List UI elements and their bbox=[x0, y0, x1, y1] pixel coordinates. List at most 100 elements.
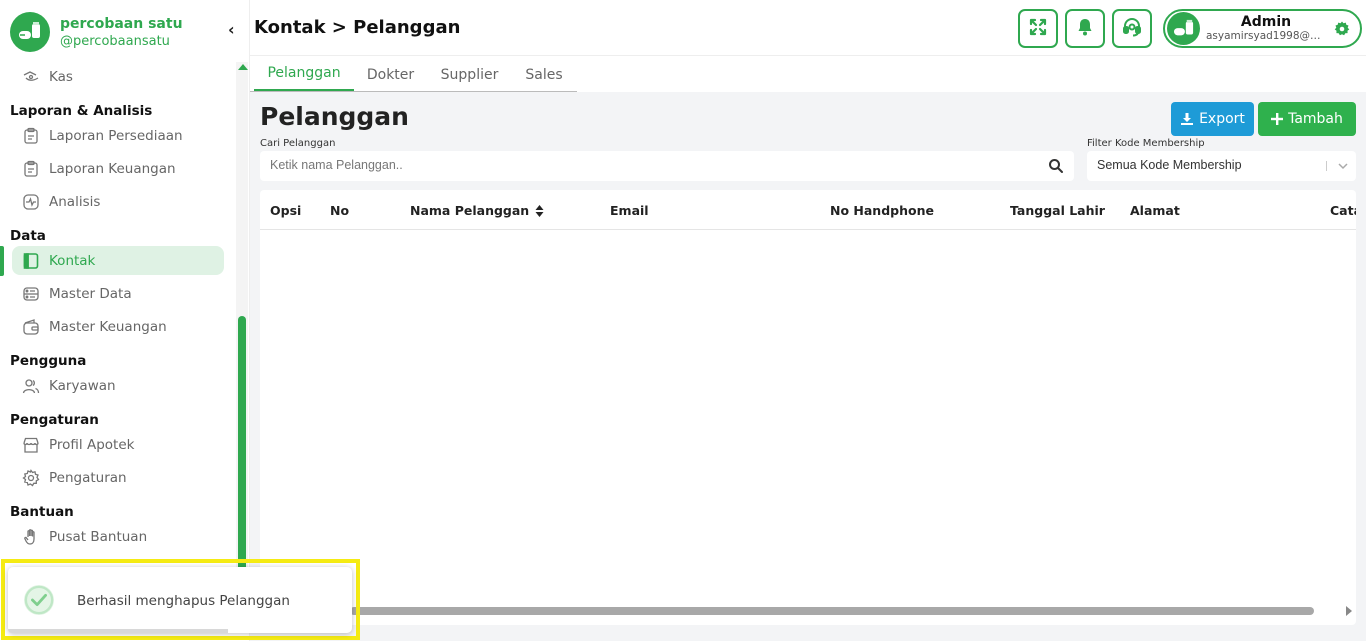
fullscreen-icon bbox=[1028, 17, 1048, 41]
check-circle-icon bbox=[24, 585, 54, 615]
col-nama-pelanggan[interactable]: Nama Pelanggan bbox=[410, 203, 544, 218]
tab-supplier[interactable]: Supplier bbox=[433, 57, 506, 92]
store-icon bbox=[22, 436, 40, 454]
notifications-button[interactable] bbox=[1065, 9, 1105, 48]
col-no: No bbox=[330, 203, 350, 218]
active-indicator bbox=[0, 246, 4, 276]
gear-icon[interactable] bbox=[1334, 21, 1350, 41]
users-icon bbox=[22, 377, 40, 395]
sidebar-item-kas[interactable]: Kas bbox=[12, 62, 224, 91]
headset-icon bbox=[1121, 16, 1143, 42]
sidebar-item-label: Kas bbox=[49, 68, 73, 85]
filter-label: Filter Kode Membership bbox=[1087, 138, 1205, 149]
sidebar-scrollbar[interactable] bbox=[236, 62, 248, 586]
table-header: Opsi No Nama Pelanggan Email No Handphon… bbox=[260, 190, 1356, 230]
sidebar-item-analisis[interactable]: Analisis bbox=[12, 187, 224, 216]
sidebar-item-label: Pengaturan bbox=[49, 469, 127, 486]
search-icon[interactable] bbox=[1048, 158, 1064, 178]
sidebar-item-profil-apotek[interactable]: Profil Apotek bbox=[12, 430, 224, 459]
sidebar: percobaan satu @percobaansatu ‹ Kas Lapo… bbox=[0, 0, 250, 641]
brand[interactable]: percobaan satu @percobaansatu bbox=[10, 12, 183, 52]
col-tanggal-lahir: Tanggal Lahir bbox=[1010, 203, 1105, 218]
tab-pelanggan[interactable]: Pelanggan bbox=[254, 57, 354, 92]
sidebar-scroll-thumb[interactable] bbox=[238, 316, 246, 586]
sidebar-item-karyawan[interactable]: Karyawan bbox=[12, 371, 224, 400]
scroll-up-arrow[interactable] bbox=[238, 64, 248, 70]
hand-icon bbox=[22, 528, 40, 546]
brand-logo bbox=[10, 12, 50, 52]
cash-icon bbox=[22, 68, 40, 86]
section-pengguna: Pengguna bbox=[10, 353, 87, 369]
sidebar-item-kontak[interactable]: Kontak bbox=[12, 246, 224, 275]
chevron-down-icon bbox=[1336, 159, 1350, 176]
wallet-icon bbox=[22, 318, 40, 336]
main-content: Pelanggan Export Tambah Cari Pelanggan F… bbox=[250, 92, 1366, 641]
section-bantuan: Bantuan bbox=[10, 504, 74, 520]
section-pengaturan: Pengaturan bbox=[10, 412, 99, 428]
top-header: Kontak > Pelanggan Admin asyamirsyad1998… bbox=[250, 0, 1366, 56]
sidebar-item-laporan-keuangan[interactable]: Laporan Keuangan bbox=[12, 154, 224, 183]
section-laporan-analisis: Laporan & Analisis bbox=[10, 103, 153, 119]
col-alamat: Alamat bbox=[1130, 203, 1180, 218]
search-input[interactable] bbox=[270, 158, 1030, 172]
add-button[interactable]: Tambah bbox=[1258, 102, 1356, 136]
bell-icon bbox=[1075, 17, 1095, 41]
toast-message: Berhasil menghapus Pelanggan bbox=[77, 593, 290, 609]
sidebar-nav: Kas Laporan & Analisis Laporan Persediaa… bbox=[0, 62, 236, 555]
brand-name: percobaan satu bbox=[60, 15, 183, 32]
sidebar-item-pusat-bantuan[interactable]: Pusat Bantuan bbox=[12, 522, 224, 551]
sidebar-item-pengaturan[interactable]: Pengaturan bbox=[12, 463, 224, 492]
section-data: Data bbox=[10, 228, 46, 244]
customers-table: Opsi No Nama Pelanggan Email No Handphon… bbox=[260, 190, 1356, 625]
fullscreen-button[interactable] bbox=[1018, 9, 1058, 48]
support-button[interactable] bbox=[1112, 9, 1152, 48]
toast-progress bbox=[8, 629, 228, 633]
sidebar-item-label: Master Keuangan bbox=[49, 318, 167, 335]
table-horizontal-scrollbar[interactable] bbox=[250, 604, 1366, 618]
tab-dokter[interactable]: Dokter bbox=[358, 57, 423, 92]
tab-sales[interactable]: Sales bbox=[518, 57, 570, 92]
breadcrumb: Kontak > Pelanggan bbox=[254, 17, 461, 38]
collapse-sidebar-button[interactable]: ‹ bbox=[228, 20, 235, 39]
add-label: Tambah bbox=[1288, 111, 1343, 127]
sidebar-item-master-keuangan[interactable]: Master Keuangan bbox=[12, 312, 224, 341]
success-toast[interactable]: Berhasil menghapus Pelanggan bbox=[8, 567, 352, 633]
sort-icon[interactable] bbox=[535, 204, 544, 217]
filter-value: Semua Kode Membership bbox=[1097, 158, 1242, 172]
contact-tabs: Pelanggan Dokter Supplier Sales bbox=[250, 57, 1366, 92]
col-label: Nama Pelanggan bbox=[410, 203, 530, 218]
sidebar-item-label: Kontak bbox=[49, 252, 96, 269]
search-label: Cari Pelanggan bbox=[260, 138, 336, 149]
user-name: Admin bbox=[1240, 13, 1292, 30]
export-button[interactable]: Export bbox=[1171, 102, 1254, 136]
export-label: Export bbox=[1199, 111, 1245, 127]
sidebar-item-label: Pusat Bantuan bbox=[49, 528, 148, 545]
sidebar-item-label: Profil Apotek bbox=[49, 436, 135, 453]
contact-book-icon bbox=[22, 252, 40, 270]
avatar bbox=[1167, 12, 1200, 45]
sidebar-item-laporan-persediaan[interactable]: Laporan Persediaan bbox=[12, 121, 224, 150]
col-no-handphone: No Handphone bbox=[830, 203, 934, 218]
sidebar-item-label: Analisis bbox=[49, 193, 101, 210]
gear-icon bbox=[22, 468, 40, 487]
hscroll-thumb[interactable] bbox=[350, 607, 1314, 615]
sidebar-item-label: Laporan Keuangan bbox=[49, 160, 176, 177]
membership-filter-select[interactable]: Semua Kode Membership bbox=[1087, 151, 1356, 181]
sidebar-item-label: Master Data bbox=[49, 285, 132, 302]
pulse-icon bbox=[22, 193, 40, 211]
select-separator bbox=[1326, 161, 1327, 171]
col-email: Email bbox=[610, 203, 649, 218]
user-menu[interactable]: Admin asyamirsyad1998@g... bbox=[1163, 9, 1362, 48]
plus-icon bbox=[1271, 113, 1284, 125]
clipboard-icon bbox=[22, 160, 40, 178]
search-field[interactable] bbox=[260, 151, 1074, 181]
user-email: asyamirsyad1998@g... bbox=[1206, 29, 1326, 42]
scroll-right-arrow[interactable] bbox=[1346, 606, 1352, 616]
col-catatan: Cata bbox=[1330, 203, 1356, 218]
sidebar-item-label: Laporan Persediaan bbox=[49, 127, 183, 144]
sidebar-item-master-data[interactable]: Master Data bbox=[12, 279, 224, 308]
clipboard-icon bbox=[22, 127, 40, 145]
col-opsi: Opsi bbox=[270, 203, 302, 218]
database-icon bbox=[22, 285, 40, 303]
download-icon bbox=[1180, 112, 1194, 126]
